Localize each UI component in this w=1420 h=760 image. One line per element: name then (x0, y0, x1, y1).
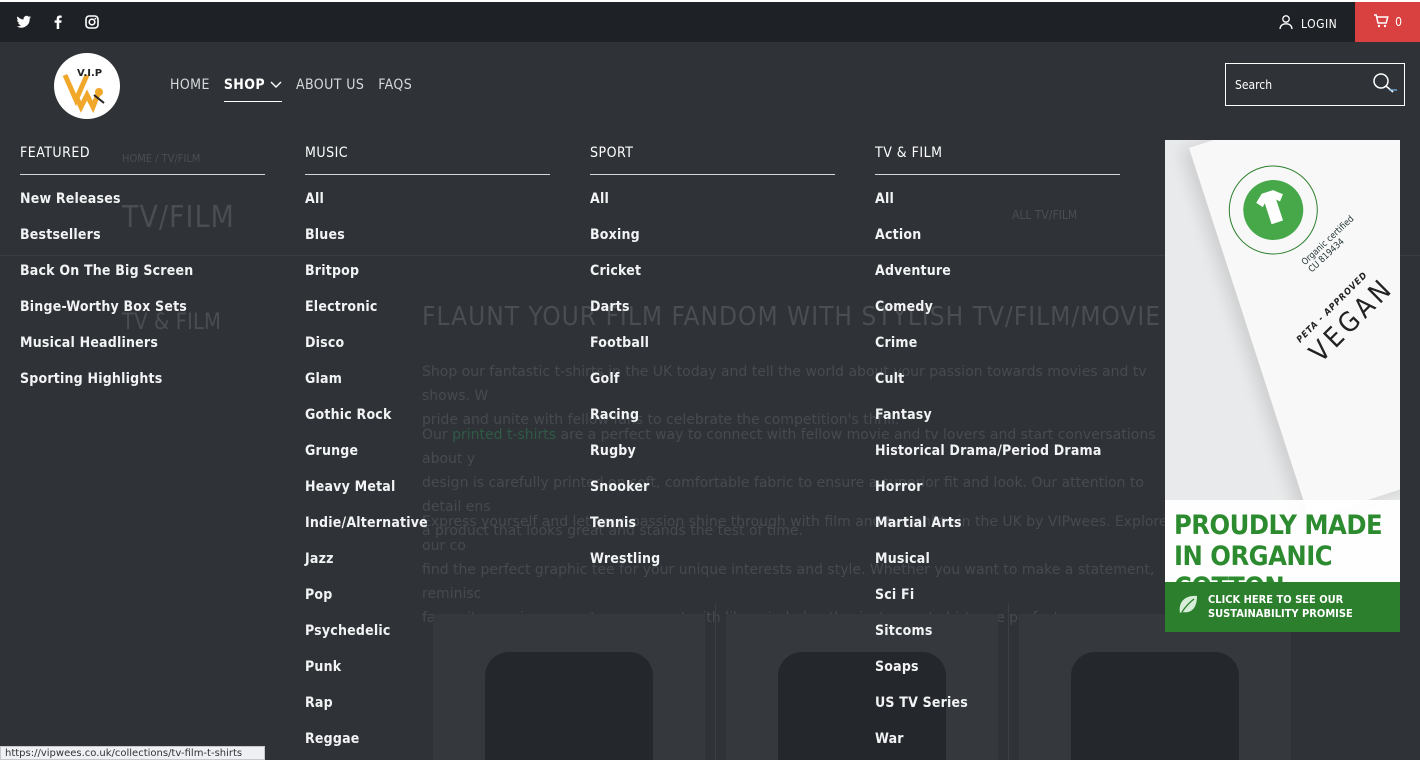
menu-item[interactable]: All (590, 191, 835, 227)
garment-label-image: Organic certified CU 819434 PETA - APPROV… (1189, 140, 1400, 519)
login-link[interactable]: LOGIN (1278, 14, 1337, 33)
menu-item[interactable]: US TV Series (875, 695, 1120, 731)
top-bar: LOGIN 0 (0, 0, 1420, 42)
instagram-icon[interactable] (84, 14, 100, 30)
menu-column-sport: SPORT All Boxing Cricket Darts Football … (590, 145, 835, 587)
site-logo[interactable]: V.I.P (54, 53, 120, 119)
search-button[interactable] (1371, 72, 1399, 98)
menu-item[interactable]: Fantasy (875, 407, 1120, 443)
menu-item[interactable]: Reggae (305, 731, 550, 760)
menu-item[interactable]: Soaps (875, 659, 1120, 695)
promo-headline-line-1: PROUDLY MADE (1174, 510, 1383, 541)
promo-cta-line-2: SUSTAINABILITY PROMISE (1208, 607, 1353, 620)
menu-item[interactable]: Martial Arts (875, 515, 1120, 551)
user-icon (1278, 14, 1294, 33)
sustainability-promo-banner[interactable]: Organic certified CU 819434 PETA - APPROV… (1165, 140, 1400, 632)
menu-heading: SPORT (590, 145, 835, 175)
nav-faqs[interactable]: FAQS (378, 77, 412, 102)
menu-item[interactable]: Crime (875, 335, 1120, 371)
menu-item[interactable]: Snooker (590, 479, 835, 515)
menu-item[interactable]: New Releases (20, 191, 265, 227)
menu-item[interactable]: Grunge (305, 443, 550, 479)
menu-item[interactable]: Back On The Big Screen (20, 263, 265, 299)
nav-about[interactable]: ABOUT US (296, 77, 364, 102)
menu-item[interactable]: Adventure (875, 263, 1120, 299)
menu-item[interactable]: Cult (875, 371, 1120, 407)
nav-shop[interactable]: SHOP (223, 77, 282, 102)
menu-item[interactable]: Britpop (305, 263, 550, 299)
browser-status-url: https://vipwees.co.uk/collections/tv-fil… (0, 746, 265, 760)
nav-home[interactable]: HOME (170, 77, 210, 102)
menu-item[interactable]: Darts (590, 299, 835, 335)
sustainability-link[interactable]: CLICK HERE TO SEE OUR SUSTAINABILITY PRO… (1165, 582, 1400, 632)
menu-item[interactable]: Musical (875, 551, 1120, 587)
site-header: V.I.P HOME SHOP ABOUT US FAQS (0, 42, 1420, 132)
menu-column-music: MUSIC All Blues Britpop Electronic Disco… (305, 145, 550, 760)
menu-item[interactable]: Psychedelic (305, 623, 550, 659)
facebook-icon[interactable] (50, 14, 66, 30)
menu-heading: MUSIC (305, 145, 550, 175)
menu-item[interactable]: Electronic (305, 299, 550, 335)
cart-button[interactable]: 0 (1355, 2, 1420, 42)
twitter-icon[interactable] (16, 14, 32, 30)
menu-item[interactable]: Horror (875, 479, 1120, 515)
menu-item[interactable]: Disco (305, 335, 550, 371)
menu-item[interactable]: Bestsellers (20, 227, 265, 263)
menu-item[interactable]: Comedy (875, 299, 1120, 335)
menu-item[interactable]: Glam (305, 371, 550, 407)
menu-item[interactable]: Tennis (590, 515, 835, 551)
promo-cta-text: CLICK HERE TO SEE OUR SUSTAINABILITY PRO… (1208, 593, 1353, 621)
menu-item[interactable]: Rugby (590, 443, 835, 479)
menu-item[interactable]: Indie/Alternative (305, 515, 550, 551)
menu-item[interactable]: Sci Fi (875, 587, 1120, 623)
social-links (16, 14, 100, 30)
search-icon (1371, 73, 1399, 102)
menu-item[interactable]: Rap (305, 695, 550, 731)
menu-item[interactable]: Golf (590, 371, 835, 407)
search-box (1225, 63, 1405, 106)
menu-heading: TV & FILM (875, 145, 1120, 175)
menu-item[interactable]: Gothic Rock (305, 407, 550, 443)
menu-item[interactable]: Sporting Highlights (20, 371, 265, 407)
promo-headline: PROUDLY MADE IN ORGANIC COTTON (1165, 500, 1400, 603)
menu-item[interactable]: Sitcoms (875, 623, 1120, 659)
cart-count: 0 (1395, 15, 1402, 29)
logo-text: V.I.P (77, 68, 102, 79)
login-label: LOGIN (1301, 16, 1338, 31)
menu-item[interactable]: Heavy Metal (305, 479, 550, 515)
nav-shop-label: SHOP (223, 77, 265, 93)
menu-item[interactable]: Pop (305, 587, 550, 623)
menu-item[interactable]: Punk (305, 659, 550, 695)
promo-cta-line-1: CLICK HERE TO SEE OUR (1208, 593, 1344, 606)
menu-item[interactable]: Jazz (305, 551, 550, 587)
menu-item[interactable]: Wrestling (590, 551, 835, 587)
menu-item[interactable]: Historical Drama/Period Drama (875, 443, 1120, 479)
menu-item[interactable]: Football (590, 335, 835, 371)
vegan-label: PETA - APPROVED VEGAN (1295, 256, 1400, 395)
menu-item[interactable]: Boxing (590, 227, 835, 263)
menu-item[interactable]: Blues (305, 227, 550, 263)
menu-heading: FEATURED (20, 145, 265, 175)
menu-column-tv-film: TV & FILM All Action Adventure Comedy Cr… (875, 145, 1120, 760)
menu-item[interactable]: All (305, 191, 550, 227)
menu-item[interactable]: Racing (590, 407, 835, 443)
main-nav: HOME SHOP ABOUT US FAQS (170, 77, 412, 102)
menu-item[interactable]: All (875, 191, 1120, 227)
search-input[interactable] (1235, 76, 1367, 94)
chevron-down-icon (270, 77, 282, 93)
menu-item[interactable]: Binge-Worthy Box Sets (20, 299, 265, 335)
menu-column-featured: FEATURED New Releases Bestsellers Back O… (20, 145, 265, 407)
menu-item[interactable]: Cricket (590, 263, 835, 299)
menu-item[interactable]: Action (875, 227, 1120, 263)
cart-icon (1373, 13, 1389, 31)
menu-item[interactable]: Musical Headliners (20, 335, 265, 371)
menu-item[interactable]: War (875, 731, 1120, 760)
leaf-icon (1177, 593, 1199, 621)
gots-badge (1228, 165, 1318, 255)
